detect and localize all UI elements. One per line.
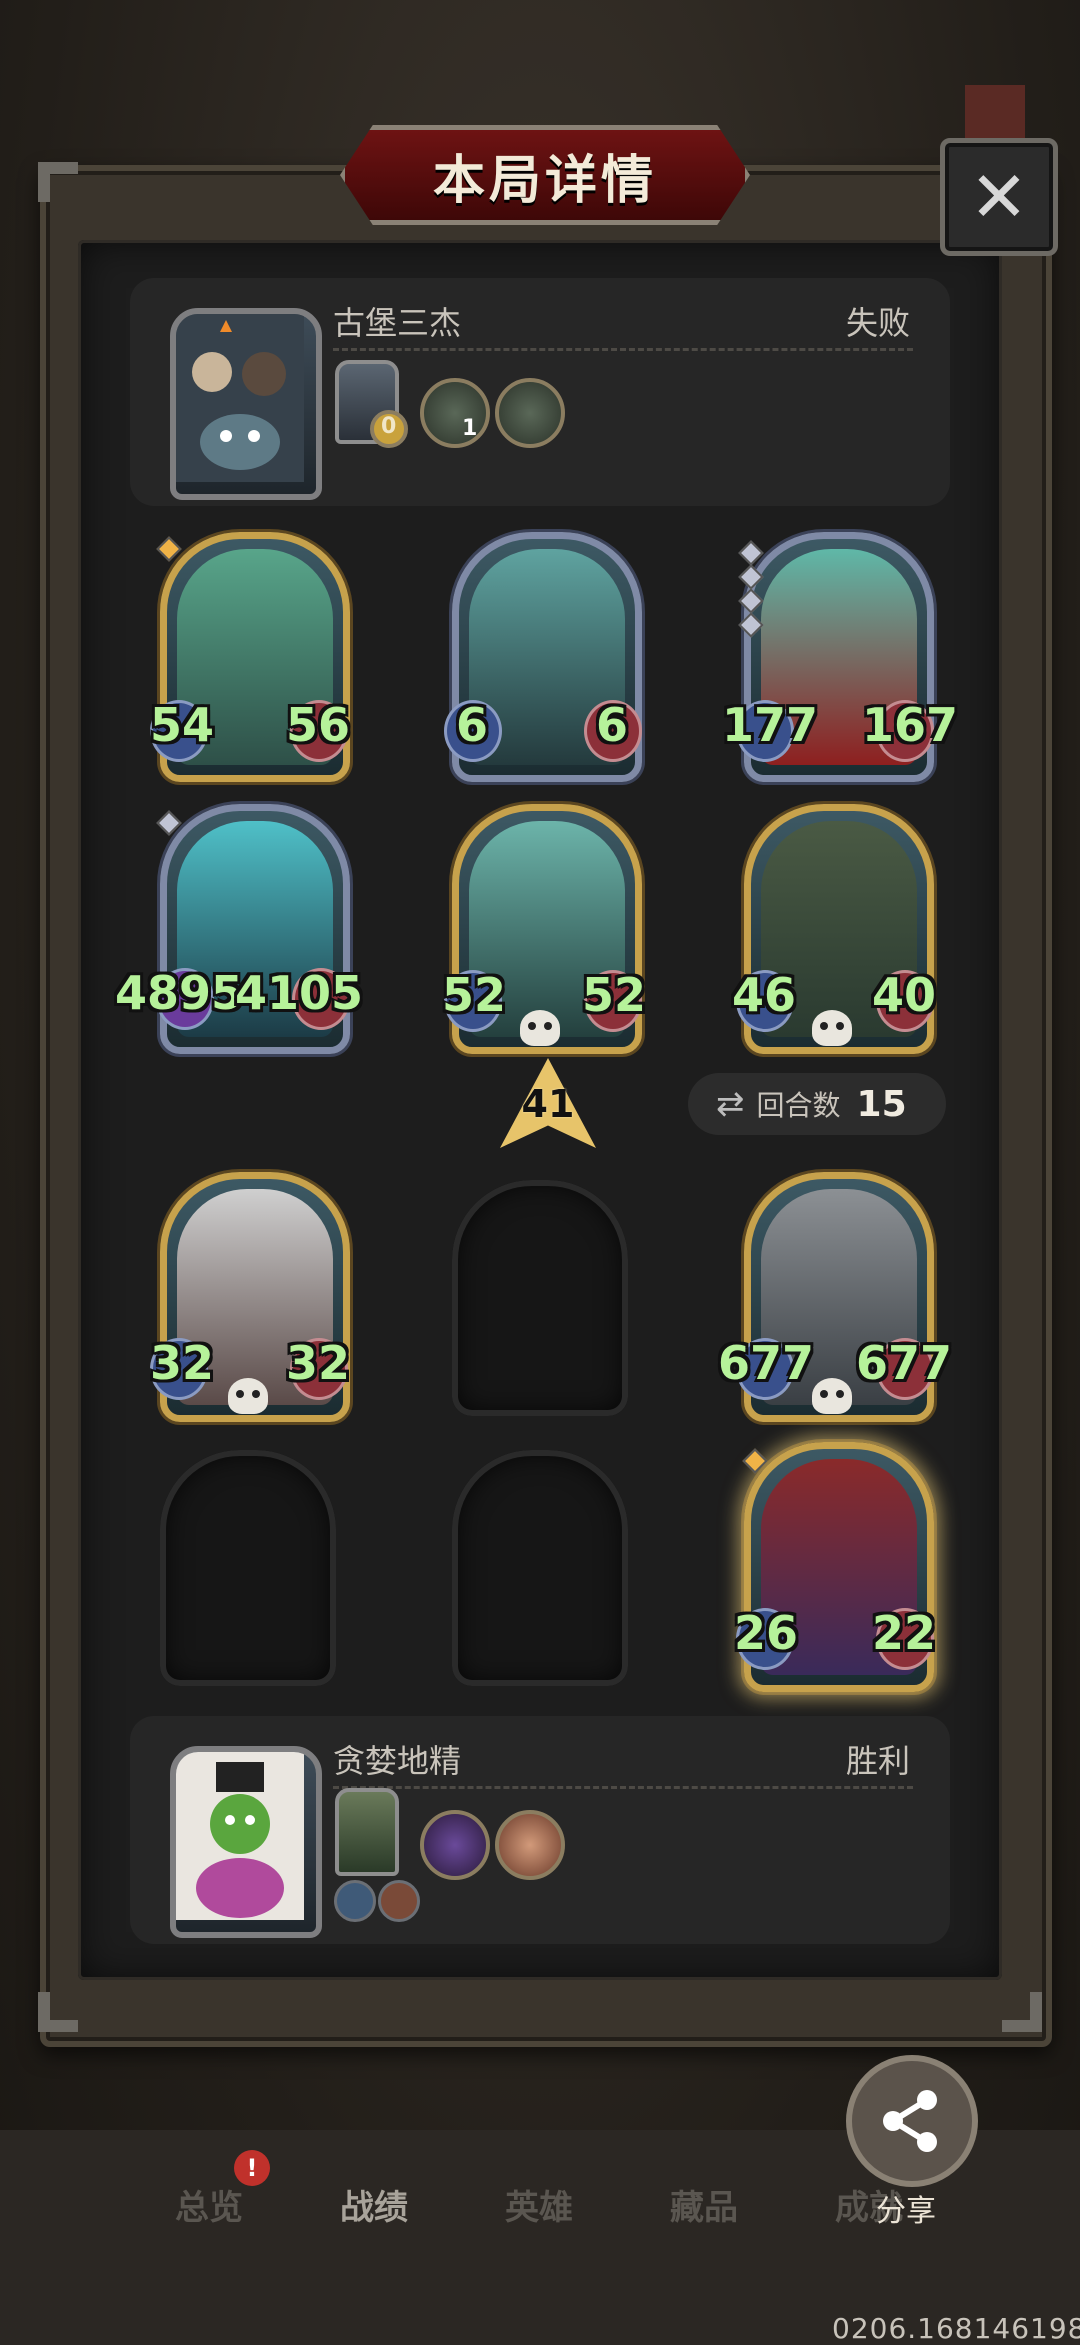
enemy-card-4-health: 4105 bbox=[235, 966, 364, 1020]
skull-icon bbox=[228, 1378, 268, 1414]
trinket-level: 1 bbox=[462, 416, 478, 441]
enemy-card-2-attack: 6 bbox=[456, 698, 489, 752]
player-result: 胜利 bbox=[845, 1742, 910, 1780]
share-button[interactable] bbox=[846, 2055, 978, 2187]
opponent-name: 古堡三杰 bbox=[333, 304, 462, 342]
greedy-goblin-hero-portrait-icon bbox=[176, 1752, 304, 1920]
player-card-1-health: 32 bbox=[286, 1336, 351, 1390]
hanging-banner bbox=[965, 85, 1025, 145]
rounds-value: 15 bbox=[856, 1083, 907, 1125]
enemy-card-4-attack: 4895 bbox=[115, 966, 244, 1020]
build-id: 0206.168146198 bbox=[832, 2312, 1080, 2345]
share-label: 分享 bbox=[876, 2194, 936, 2229]
opponent-trinket-clock[interactable] bbox=[420, 378, 490, 448]
enemy-card-2-health: 6 bbox=[596, 698, 629, 752]
opponent-info-box: 古堡三杰 失败 0 1 bbox=[130, 278, 950, 506]
empty-slot-3 bbox=[452, 1450, 628, 1686]
opponent-hero-portrait[interactable] bbox=[170, 308, 322, 500]
nav-heroes[interactable]: 英雄 bbox=[505, 2180, 573, 2229]
swap-arrows-icon: ⇄ bbox=[716, 1084, 745, 1124]
title-plate: 本局详情 bbox=[340, 125, 750, 225]
player-divider bbox=[333, 1786, 913, 1789]
level-badge-value: 41 bbox=[521, 1082, 575, 1126]
enemy-card-3-health: 167 bbox=[862, 698, 959, 752]
player-card-1-attack: 32 bbox=[150, 1336, 215, 1390]
skull-icon bbox=[520, 1010, 560, 1046]
nav-overview[interactable]: 总览 bbox=[175, 2180, 243, 2229]
player-card-6-health: 22 bbox=[872, 1606, 937, 1660]
empty-slot-1 bbox=[452, 1180, 628, 1416]
page-title: 本局详情 bbox=[432, 150, 657, 211]
empty-slot-2 bbox=[160, 1450, 336, 1686]
player-trinket-dolls[interactable] bbox=[495, 1810, 565, 1880]
close-icon: ✕ bbox=[969, 156, 1029, 238]
player-hero-card[interactable] bbox=[335, 1788, 399, 1876]
enemy-card-6-attack: 46 bbox=[732, 968, 797, 1022]
player-info-box: 贪婪地精 胜利 bbox=[130, 1716, 950, 1944]
enemy-card-1-attack: 54 bbox=[150, 698, 215, 752]
nav-notification-badge: ! bbox=[234, 2150, 270, 2186]
nav-collection[interactable]: 藏品 bbox=[670, 2180, 738, 2229]
enemy-card-6-health: 40 bbox=[872, 968, 937, 1022]
skull-icon bbox=[812, 1010, 852, 1046]
player-name: 贪婪地精 bbox=[333, 1742, 462, 1780]
sword-shield-icon bbox=[334, 1880, 376, 1922]
player-card-6-attack: 26 bbox=[734, 1606, 799, 1660]
circle-token-icon bbox=[378, 1880, 420, 1922]
opponent-divider bbox=[333, 348, 913, 351]
skull-icon bbox=[812, 1378, 852, 1414]
close-button[interactable]: ✕ bbox=[940, 138, 1058, 256]
hero-level-badge: 0 bbox=[370, 410, 408, 448]
nav-records[interactable]: 战绩 bbox=[340, 2180, 408, 2229]
rounds-pill: ⇄ 回合数 15 bbox=[688, 1073, 946, 1135]
player-hero-portrait[interactable] bbox=[170, 1746, 322, 1938]
opponent-trinket-skeleton[interactable] bbox=[495, 378, 565, 448]
opponent-result: 失败 bbox=[845, 304, 910, 342]
rounds-label: 回合数 bbox=[756, 1089, 841, 1122]
player-trinket-book[interactable] bbox=[420, 1810, 490, 1880]
player-card-3-attack: 677 bbox=[718, 1336, 815, 1390]
enemy-card-5-health: 52 bbox=[582, 968, 647, 1022]
share-icon bbox=[883, 2090, 937, 2152]
castle-trio-hero-portrait-icon bbox=[176, 314, 304, 482]
enemy-card-3-attack: 177 bbox=[722, 698, 819, 752]
enemy-card-1-health: 56 bbox=[286, 698, 351, 752]
player-card-3-health: 677 bbox=[856, 1336, 953, 1390]
enemy-card-5-attack: 52 bbox=[442, 968, 507, 1022]
